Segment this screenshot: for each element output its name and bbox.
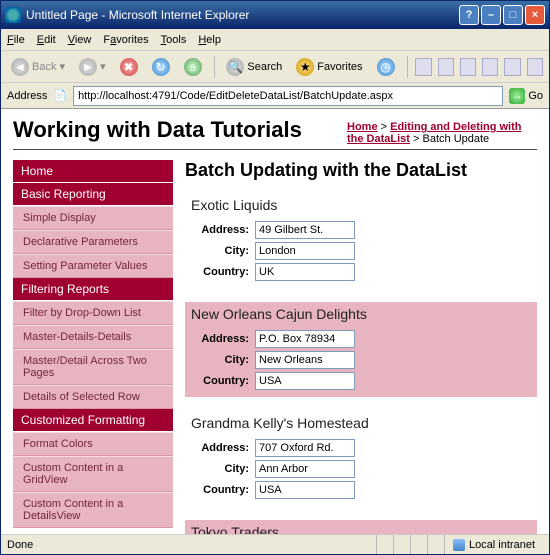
breadcrumb: Home > Editing and Deleting with the Dat… xyxy=(347,117,537,145)
country-label: Country: xyxy=(191,375,255,387)
city-input[interactable] xyxy=(255,242,355,260)
city-label: City: xyxy=(191,463,255,475)
content-heading: Batch Updating with the DataList xyxy=(185,160,537,181)
back-button: ◄Back ▾ xyxy=(7,56,69,78)
sidebar: HomeBasic ReportingSimple DisplayDeclara… xyxy=(13,160,173,534)
supplier-name: New Orleans Cajun Delights xyxy=(191,306,531,322)
menu-bar: File Edit View Favorites Tools Help xyxy=(1,29,549,51)
country-input[interactable] xyxy=(255,372,355,390)
discuss-button[interactable] xyxy=(482,58,498,76)
minimize-button[interactable]: – xyxy=(481,5,501,25)
country-label: Country: xyxy=(191,266,255,278)
home-icon: ⌂ xyxy=(184,58,202,76)
sidebar-item[interactable]: Details of Selected Row xyxy=(13,385,173,409)
sidebar-item[interactable]: Filter by Drop-Down List xyxy=(13,301,173,325)
zone-icon xyxy=(453,539,465,551)
sidebar-header[interactable]: Customized Formatting xyxy=(13,409,173,432)
country-label: Country: xyxy=(191,484,255,496)
go-button[interactable]: →Go xyxy=(509,88,543,104)
title-bar: Untitled Page - Microsoft Internet Explo… xyxy=(1,1,549,29)
content-area: Working with Data Tutorials Home > Editi… xyxy=(1,109,549,534)
ie-icon xyxy=(5,7,21,23)
address-input[interactable] xyxy=(255,439,355,457)
supplier-block: Grandma Kelly's Homestead Address: City: Co… xyxy=(185,411,537,506)
sidebar-item[interactable]: Setting Parameter Values xyxy=(13,254,173,278)
toolbar: ◄Back ▾ ► ▾ ✖ ↻ ⌂ 🔍Search ★Favorites ◷ xyxy=(1,51,549,83)
refresh-button[interactable]: ↻ xyxy=(148,56,174,78)
menu-favorites[interactable]: Favorites xyxy=(103,34,148,46)
supplier-block: Exotic Liquids Address: City: Country: xyxy=(185,193,537,288)
sidebar-item[interactable]: Master/Detail Across Two Pages xyxy=(13,349,173,385)
window-title: Untitled Page - Microsoft Internet Explo… xyxy=(26,8,249,22)
city-input[interactable] xyxy=(255,460,355,478)
breadcrumb-home[interactable]: Home xyxy=(347,121,378,133)
search-icon: 🔍 xyxy=(226,58,244,76)
address-label: Address: xyxy=(191,333,255,345)
sidebar-item[interactable]: Master-Details-Details xyxy=(13,325,173,349)
supplier-name: Exotic Liquids xyxy=(191,197,531,213)
research-button[interactable] xyxy=(504,58,520,76)
sidebar-item[interactable]: Custom Content in a GridView xyxy=(13,456,173,492)
messenger-button[interactable] xyxy=(527,58,543,76)
status-text: Done xyxy=(7,539,33,551)
home-button[interactable]: ⌂ xyxy=(180,56,206,78)
address-input[interactable] xyxy=(73,86,503,106)
stop-button[interactable]: ✖ xyxy=(116,56,142,78)
history-icon: ◷ xyxy=(377,58,395,76)
address-bar: Address 📄 →Go xyxy=(1,83,549,109)
go-icon: → xyxy=(509,88,525,104)
country-input[interactable] xyxy=(255,481,355,499)
help-button[interactable]: ? xyxy=(459,5,479,25)
status-bar: Done Local intranet xyxy=(1,534,549,554)
refresh-icon: ↻ xyxy=(152,58,170,76)
address-input[interactable] xyxy=(255,221,355,239)
sidebar-header[interactable]: Home xyxy=(13,160,173,183)
supplier-block: Tokyo TradersAddress:City:Country: xyxy=(185,520,537,534)
country-input[interactable] xyxy=(255,263,355,281)
menu-file[interactable]: File xyxy=(7,34,25,46)
favorites-button[interactable]: ★Favorites xyxy=(292,56,366,78)
menu-view[interactable]: View xyxy=(68,34,92,46)
page-title: Working with Data Tutorials xyxy=(13,117,347,143)
menu-edit[interactable]: Edit xyxy=(37,34,56,46)
city-label: City: xyxy=(191,245,255,257)
close-button[interactable]: × xyxy=(525,5,545,25)
sidebar-item[interactable]: Declarative Parameters xyxy=(13,230,173,254)
forward-icon: ► xyxy=(79,58,97,76)
city-label: City: xyxy=(191,354,255,366)
supplier-name: Grandma Kelly's Homestead xyxy=(191,415,531,431)
address-label: Address: xyxy=(191,442,255,454)
star-icon: ★ xyxy=(296,58,314,76)
search-button[interactable]: 🔍Search xyxy=(222,56,286,78)
print-button[interactable] xyxy=(438,58,454,76)
page-icon: 📄 xyxy=(53,89,67,102)
supplier-block: New Orleans Cajun Delights Address: City: C… xyxy=(185,302,537,397)
address-input[interactable] xyxy=(255,330,355,348)
sidebar-header[interactable]: Basic Reporting xyxy=(13,183,173,206)
menu-tools[interactable]: Tools xyxy=(161,34,187,46)
edit-button[interactable] xyxy=(460,58,476,76)
history-button[interactable]: ◷ xyxy=(373,56,399,78)
stop-icon: ✖ xyxy=(120,58,138,76)
maximize-button[interactable]: □ xyxy=(503,5,523,25)
breadcrumb-current: Batch Update xyxy=(423,133,490,145)
sidebar-item[interactable]: Format Colors xyxy=(13,432,173,456)
address-label: Address: xyxy=(191,224,255,236)
city-input[interactable] xyxy=(255,351,355,369)
mail-button[interactable] xyxy=(415,58,431,76)
back-icon: ◄ xyxy=(11,58,29,76)
sidebar-item[interactable]: Simple Display xyxy=(13,206,173,230)
status-zone: Local intranet xyxy=(469,539,535,551)
sidebar-header[interactable]: Filtering Reports xyxy=(13,278,173,301)
sidebar-item[interactable]: Custom Content in a DetailsView xyxy=(13,492,173,528)
forward-button: ► ▾ xyxy=(75,56,110,78)
menu-help[interactable]: Help xyxy=(198,34,221,46)
address-label: Address xyxy=(7,90,47,102)
supplier-name: Tokyo Traders xyxy=(191,524,531,534)
